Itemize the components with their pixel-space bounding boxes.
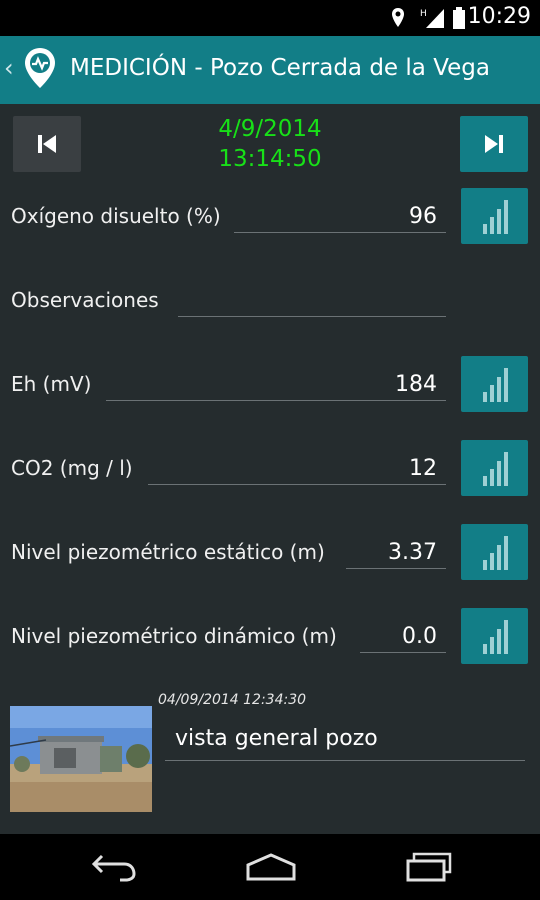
measurement-form: 4/9/2014 13:14:50 Oxígeno disuelto (%) 9… — [0, 104, 540, 834]
photo-caption-input[interactable]: vista general pozo — [165, 720, 525, 761]
eh-input[interactable]: 184 — [106, 362, 446, 401]
bar-chart-icon — [483, 620, 508, 654]
skip-previous-icon — [38, 135, 56, 153]
measurement-row-nivel-dinamico: Nivel piezométrico dinámico (m) 0.0 — [0, 608, 540, 668]
svg-text:H: H — [420, 9, 427, 19]
measurement-row-observaciones: Observaciones — [0, 272, 540, 332]
nivel-dinamico-input[interactable]: 0.0 — [360, 614, 446, 653]
location-pin-wave-icon[interactable] — [22, 46, 58, 90]
recents-icon[interactable] — [404, 852, 454, 882]
measurement-row-oxigeno: Oxígeno disuelto (%) 96 — [0, 188, 540, 248]
measurement-value: 184 — [395, 372, 437, 397]
home-icon[interactable] — [244, 852, 298, 882]
signal-icon: H — [420, 9, 444, 28]
previous-record-button[interactable] — [13, 116, 81, 172]
measurement-label: Nivel piezométrico estático (m) — [11, 540, 325, 564]
action-bar: ‹ MEDICIÓN - Pozo Cerrada de la Vega — [0, 36, 540, 104]
bar-chart-icon — [483, 368, 508, 402]
next-record-button[interactable] — [460, 116, 528, 172]
eh-chart-button[interactable] — [461, 356, 528, 412]
co2-input[interactable]: 12 — [148, 446, 446, 485]
skip-next-icon — [485, 135, 503, 153]
bar-chart-icon — [483, 200, 508, 234]
photo-caption: vista general pozo — [175, 726, 378, 751]
status-clock: 10:29 — [467, 4, 531, 29]
status-bar: H 10:29 — [0, 0, 540, 36]
measurement-row-co2: CO2 (mg / l) 12 — [0, 440, 540, 500]
bar-chart-icon — [483, 452, 508, 486]
measurement-value: 96 — [409, 204, 437, 229]
navigation-bar — [0, 834, 540, 900]
record-time: 13:14:50 — [218, 146, 322, 172]
measurement-label: Eh (mV) — [11, 372, 92, 396]
oxigeno-chart-button[interactable] — [461, 188, 528, 244]
nivel-estatico-input[interactable]: 3.37 — [346, 530, 446, 569]
nivel-dinamico-chart-button[interactable] — [461, 608, 528, 664]
nivel-estatico-chart-button[interactable] — [461, 524, 528, 580]
back-icon[interactable] — [90, 852, 138, 882]
page-title: MEDICIÓN - Pozo Cerrada de la Vega — [70, 55, 490, 81]
measurement-label: Nivel piezométrico dinámico (m) — [11, 624, 337, 648]
battery-icon — [453, 7, 465, 29]
photo-timestamp: 04/09/2014 12:34:30 — [158, 692, 307, 708]
measurement-label: Observaciones — [11, 288, 159, 312]
measurement-row-eh: Eh (mV) 184 — [0, 356, 540, 416]
chevron-left-icon[interactable]: ‹ — [4, 54, 14, 82]
co2-chart-button[interactable] — [461, 440, 528, 496]
measurement-row-nivel-estatico: Nivel piezométrico estático (m) 3.37 — [0, 524, 540, 584]
measurement-value: 0.0 — [402, 624, 437, 649]
bar-chart-icon — [483, 536, 508, 570]
measurement-value: 3.37 — [388, 540, 437, 565]
measurement-label: Oxígeno disuelto (%) — [11, 204, 221, 228]
measurement-value: 12 — [409, 456, 437, 481]
photo-thumbnail[interactable] — [10, 706, 152, 812]
record-date: 4/9/2014 — [218, 116, 322, 142]
measurement-label: CO2 (mg / l) — [11, 456, 133, 480]
oxigeno-input[interactable]: 96 — [234, 194, 446, 233]
observaciones-input[interactable] — [178, 278, 446, 317]
location-icon — [392, 8, 404, 27]
